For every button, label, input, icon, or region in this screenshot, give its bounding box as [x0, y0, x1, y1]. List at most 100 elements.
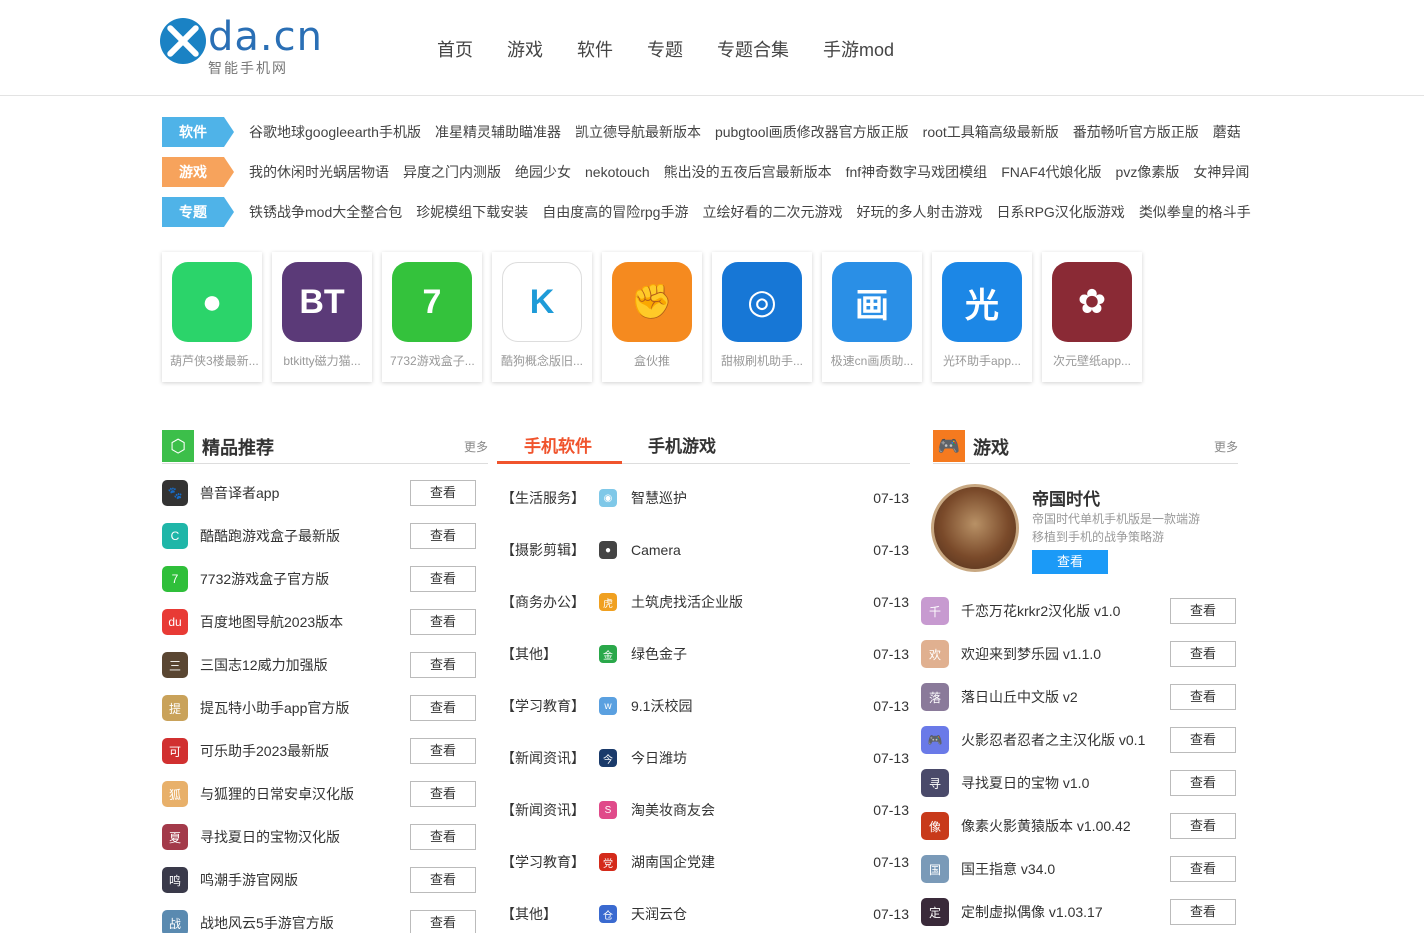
view-button[interactable]: 查看	[410, 781, 476, 807]
tag-link[interactable]: 熊出没的五夜后宫最新版本	[664, 162, 832, 182]
software-category[interactable]: 【新闻资讯】	[501, 800, 597, 820]
software-name[interactable]: 湖南国企党建	[631, 852, 867, 872]
app-card[interactable]: BT btkitty磁力猫...	[272, 252, 372, 382]
tag-link[interactable]: nekotouch	[585, 164, 650, 180]
list-item[interactable]: 🐾 兽音译者app	[162, 480, 279, 506]
software-category[interactable]: 【其他】	[501, 904, 597, 924]
software-category[interactable]: 【生活服务】	[501, 488, 597, 508]
view-button[interactable]: 查看	[1170, 770, 1236, 796]
software-category[interactable]: 【新闻资讯】	[501, 748, 597, 768]
tag-link[interactable]: pubgtool画质修改器官方版正版	[715, 122, 909, 142]
tag-link[interactable]: 好玩的多人射击游戏	[856, 202, 982, 222]
app-card[interactable]: ✊ 盒伙推	[602, 252, 702, 382]
software-name[interactable]: Camera	[631, 542, 867, 558]
nav-item[interactable]: 专题合集	[717, 36, 789, 62]
list-item[interactable]: 狐与狐狸的日常安卓汉化版	[162, 781, 354, 807]
view-button[interactable]: 查看	[1170, 856, 1236, 882]
view-button[interactable]: 查看	[410, 824, 476, 850]
tag-link[interactable]: 女神异闻	[1193, 162, 1249, 182]
view-button[interactable]: 查看	[410, 480, 476, 506]
tag-link[interactable]: 异度之门内测版	[403, 162, 501, 182]
app-card[interactable]: ✿ 次元壁纸app...	[1042, 252, 1142, 382]
view-button[interactable]: 查看	[410, 652, 476, 678]
tab-mobile-games[interactable]: 手机游戏	[648, 432, 716, 457]
software-category[interactable]: 【摄影剪辑】	[501, 540, 597, 560]
software-name[interactable]: 淘美妆商友会	[631, 800, 867, 820]
site-logo[interactable]: da.cn 智能手机网	[160, 14, 330, 78]
view-button[interactable]: 查看	[410, 867, 476, 893]
app-card[interactable]: 画极速cn画质助...	[822, 252, 922, 382]
list-item[interactable]: 7 7732游戏盒子官方版	[162, 566, 329, 592]
featured-view-button[interactable]: 查看	[1032, 550, 1108, 574]
game-item[interactable]: 寻寻找夏日的宝物 v1.0	[921, 769, 1089, 797]
tag-link[interactable]: 准星精灵辅助瞄准器	[435, 122, 561, 142]
list-item[interactable]: 夏寻找夏日的宝物汉化版	[162, 824, 340, 850]
game-item[interactable]: 像像素火影黄猿版本 v1.00.42	[921, 812, 1131, 840]
view-button[interactable]: 查看	[1170, 598, 1236, 624]
tag-link[interactable]: FNAF4代娘化版	[1001, 162, 1101, 182]
tag-link[interactable]: 凯立德导航最新版本	[575, 122, 701, 142]
recommend-more-link[interactable]: 更多	[464, 438, 488, 455]
nav-item[interactable]: 软件	[577, 36, 613, 62]
software-category[interactable]: 【其他】	[501, 644, 597, 664]
view-button[interactable]: 查看	[410, 910, 476, 933]
tag-link[interactable]: root工具箱高级最新版	[923, 122, 1059, 142]
tag-link[interactable]: 番茄畅听官方版正版	[1073, 122, 1199, 142]
tag-link[interactable]: 日系RPG汉化版游戏	[996, 202, 1124, 222]
list-item[interactable]: 可可乐助手2023最新版	[162, 738, 329, 764]
tag-link[interactable]: 蘑菇	[1213, 122, 1241, 142]
list-item[interactable]: 三三国志12威力加强版	[162, 652, 328, 678]
nav-item[interactable]: 手游mod	[823, 36, 894, 62]
game-item[interactable]: 国国王指意 v34.0	[921, 855, 1055, 883]
tag-link[interactable]: 谷歌地球googleearth手机版	[249, 122, 421, 142]
app-card[interactable]: ● 葫芦侠3楼最新...	[162, 252, 262, 382]
view-button[interactable]: 查看	[410, 695, 476, 721]
game-item[interactable]: 千千恋万花krkr2汉化版 v1.0	[921, 597, 1120, 625]
tag-link[interactable]: 铁锈战争mod大全整合包	[249, 202, 402, 222]
game-item[interactable]: 欢欢迎来到梦乐园 v1.1.0	[921, 640, 1101, 668]
software-category[interactable]: 【学习教育】	[501, 852, 597, 872]
view-button[interactable]: 查看	[1170, 641, 1236, 667]
software-name[interactable]: 9.1沃校园	[631, 696, 867, 716]
game-item[interactable]: 定定制虚拟偶像 v1.03.17	[921, 898, 1103, 926]
list-item[interactable]: du 百度地图导航2023版本	[162, 609, 343, 635]
view-button[interactable]: 查看	[410, 609, 476, 635]
software-name[interactable]: 智慧巡护	[631, 488, 867, 508]
view-button[interactable]: 查看	[1170, 899, 1236, 925]
software-category[interactable]: 【商务办公】	[501, 592, 597, 612]
app-card[interactable]: ◎ 甜椒刷机助手...	[712, 252, 812, 382]
featured-game-title[interactable]: 帝国时代	[1032, 485, 1100, 510]
list-item[interactable]: 战战地风云5手游官方版	[162, 910, 334, 933]
tag-link[interactable]: fnf神奇数字马戏团模组	[846, 162, 988, 182]
view-button[interactable]: 查看	[1170, 813, 1236, 839]
software-name[interactable]: 天润云仓	[631, 904, 867, 924]
nav-item[interactable]: 专题	[647, 36, 683, 62]
tag-link[interactable]: 我的休闲时光蜗居物语	[249, 162, 389, 182]
tag-link[interactable]: 绝园少女	[515, 162, 571, 182]
tag-link[interactable]: 自由度高的冒险rpg手游	[542, 202, 688, 222]
view-button[interactable]: 查看	[410, 566, 476, 592]
list-item[interactable]: C 酷酷跑游戏盒子最新版	[162, 523, 340, 549]
tag-link[interactable]: 立绘好看的二次元游戏	[702, 202, 842, 222]
nav-item[interactable]: 首页	[437, 36, 473, 62]
featured-game-image[interactable]	[931, 484, 1019, 572]
software-name[interactable]: 绿色金子	[631, 644, 867, 664]
list-item[interactable]: 提提瓦特小助手app官方版	[162, 695, 349, 721]
games-more-link[interactable]: 更多	[1214, 438, 1238, 455]
software-name[interactable]: 今日潍坊	[631, 748, 867, 768]
tag-link[interactable]: 类似拳皇的格斗手	[1139, 202, 1251, 222]
view-button[interactable]: 查看	[410, 523, 476, 549]
view-button[interactable]: 查看	[1170, 684, 1236, 710]
tab-mobile-software[interactable]: 手机软件	[524, 432, 592, 457]
list-item[interactable]: 鸣鸣潮手游官网版	[162, 867, 298, 893]
nav-item[interactable]: 游戏	[507, 36, 543, 62]
game-item[interactable]: 落落日山丘中文版 v2	[921, 683, 1078, 711]
software-name[interactable]: 土筑虎找活企业版	[631, 592, 867, 612]
tag-link[interactable]: 珍妮模组下载安装	[416, 202, 528, 222]
tag-link[interactable]: pvz像素版	[1116, 162, 1180, 182]
view-button[interactable]: 查看	[1170, 727, 1236, 753]
app-card[interactable]: K 酷狗概念版旧...	[492, 252, 592, 382]
app-card[interactable]: 7 7732游戏盒子...	[382, 252, 482, 382]
software-category[interactable]: 【学习教育】	[501, 696, 597, 716]
game-item[interactable]: 🎮 火影忍者忍者之主汉化版 v0.1	[921, 726, 1145, 754]
